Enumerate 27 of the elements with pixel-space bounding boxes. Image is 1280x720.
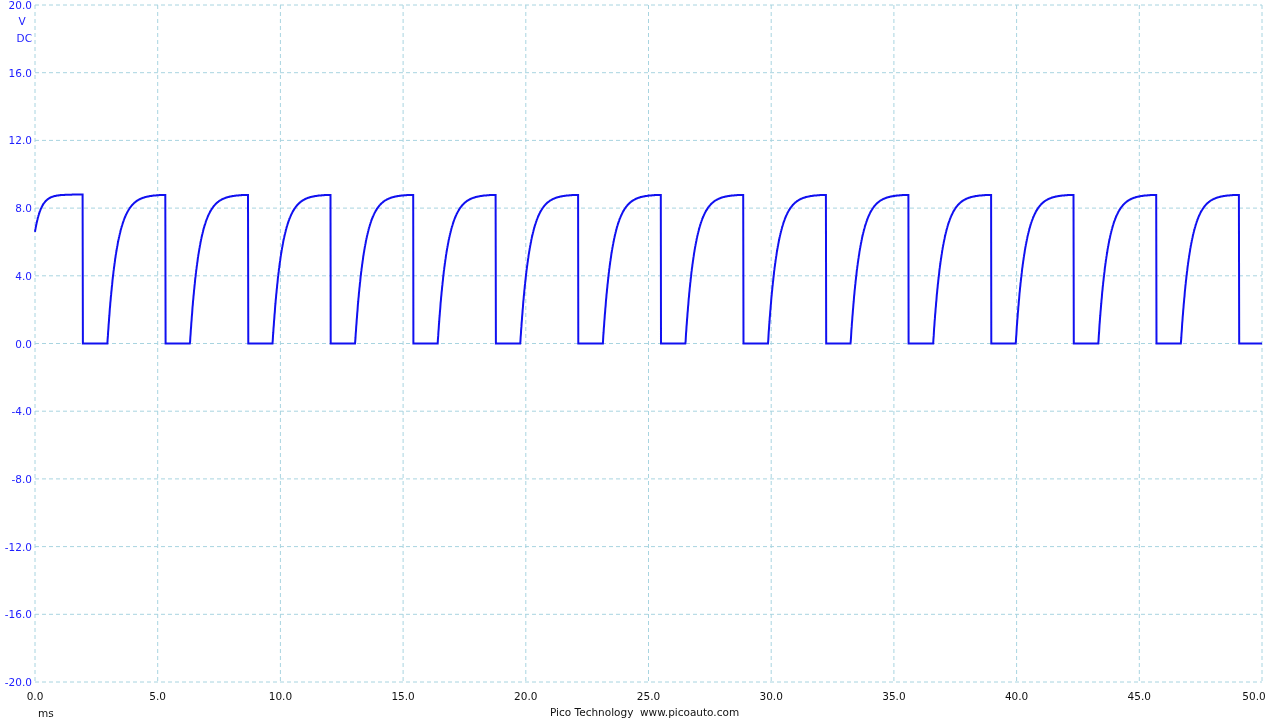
y-tick-label: -16.0 bbox=[4, 608, 32, 621]
x-tick-label: 30.0 bbox=[759, 690, 783, 702]
x-tick-label: 40.0 bbox=[1004, 690, 1029, 702]
x-tick-label: 35.0 bbox=[882, 690, 906, 702]
y-tick-label: 20.0 bbox=[8, 0, 32, 11]
x-tick-label: 15.0 bbox=[391, 690, 415, 702]
y-tick-label: 8.0 bbox=[15, 202, 32, 215]
y-tick-label: 16.0 bbox=[8, 66, 32, 79]
x-tick-label: 20.0 bbox=[514, 690, 538, 702]
y-tick-label: 4.0 bbox=[15, 269, 32, 282]
y-tick-label: 12.0 bbox=[8, 134, 32, 147]
company-name: Pico Technology bbox=[550, 706, 634, 718]
x-tick-label: 45.0 bbox=[1127, 690, 1151, 702]
y-tick-label: -4.0 bbox=[11, 405, 32, 418]
y-unit-label: V bbox=[18, 15, 26, 27]
x-tick-label: 25.0 bbox=[636, 690, 661, 702]
x-unit-label: ms bbox=[38, 707, 54, 719]
y-tick-label: -12.0 bbox=[4, 540, 32, 553]
website-text: www.picoauto.com bbox=[640, 706, 740, 718]
x-tick-label: 50.0 bbox=[1242, 690, 1266, 702]
x-tick-label: 10.0 bbox=[268, 690, 293, 702]
x-tick-label: 0.0 bbox=[26, 690, 44, 702]
coupling-label: DC bbox=[16, 32, 32, 44]
y-tick-label: -8.0 bbox=[11, 472, 32, 485]
y-tick-label: 0.0 bbox=[15, 337, 32, 350]
y-tick-label: -20.0 bbox=[4, 676, 32, 688]
x-tick-label: 5.0 bbox=[149, 690, 167, 702]
